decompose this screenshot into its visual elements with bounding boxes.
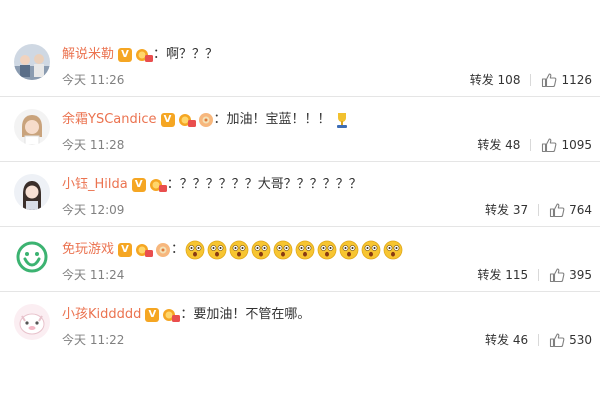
like-count: 395	[569, 268, 592, 282]
like-button[interactable]: 1095	[541, 136, 592, 154]
comment-list: 解说米勒 V ：啊？？？ 今天 11:26 转发 108 1126 余霜YSCa…	[0, 32, 600, 356]
repost-count: 115	[505, 268, 529, 282]
repost-label: 转发	[477, 138, 502, 152]
repost-button[interactable]: 转发 46	[485, 331, 528, 349]
comment-item: 余霜YSCandice V ：加油！宝蓝！！！ 今天 11:28 转发 48 1…	[0, 97, 600, 162]
avatar[interactable]	[14, 174, 50, 210]
divider	[530, 139, 532, 151]
emoji-row	[184, 240, 404, 260]
shocked-face-icon	[383, 240, 403, 260]
shocked-face-icon	[317, 240, 337, 260]
comment-item: 免玩游戏 V ： 今天 11:24 转发 115 395	[0, 227, 600, 292]
repost-count: 37	[512, 203, 529, 217]
repost-button[interactable]: 转发 115	[477, 266, 528, 284]
repost-label: 转发	[477, 268, 502, 282]
verified-v-icon: V	[118, 48, 133, 62]
shocked-face-icon	[251, 240, 271, 260]
comment-text: ：啊？？？	[153, 47, 219, 62]
repost-button[interactable]: 转发 108	[470, 71, 521, 89]
shocked-face-icon	[361, 240, 381, 260]
username-link[interactable]: 小钰_Hilda	[62, 175, 128, 195]
timestamp: 今天 12:09	[62, 203, 125, 217]
verified-v-icon: V	[145, 308, 160, 322]
repost-label: 转发	[484, 333, 509, 347]
comment-text: ：加油！宝蓝！！！	[213, 112, 331, 127]
verified-v-icon: V	[160, 113, 175, 127]
avatar[interactable]	[14, 304, 50, 340]
username-link[interactable]: 解说米勒	[62, 45, 114, 65]
comment-text: ：要加油！不管在哪。	[180, 307, 311, 322]
avatar[interactable]	[14, 109, 50, 145]
thumbs-up-icon	[542, 138, 557, 153]
trophy-icon	[332, 110, 352, 130]
timestamp: 今天 11:24	[62, 268, 125, 282]
thumbs-up-icon	[542, 73, 557, 88]
shocked-face-icon	[207, 240, 227, 260]
repost-label: 转发	[469, 73, 494, 87]
comment-text: ：？？？？？？大哥？？？？？？	[166, 177, 362, 192]
like-button[interactable]: 395	[549, 266, 592, 284]
vip-medal-icon	[135, 47, 154, 63]
username-link[interactable]: 免玩游戏	[62, 240, 114, 260]
shocked-face-icon	[229, 240, 249, 260]
timestamp: 今天 11:26	[62, 73, 125, 87]
flower-badge-icon	[198, 112, 214, 128]
repost-label: 转发	[484, 203, 509, 217]
username-link[interactable]: 小孩Kiddddd	[62, 305, 141, 325]
flower-badge-icon	[155, 242, 171, 258]
shocked-face-icon	[185, 240, 205, 260]
vip-medal-icon	[135, 242, 154, 258]
like-button[interactable]: 764	[549, 201, 592, 219]
vip-medal-icon	[178, 112, 196, 128]
divider	[538, 269, 540, 281]
shocked-face-icon	[339, 240, 359, 260]
username-link[interactable]: 余霜YSCandice	[62, 110, 157, 130]
thumbs-up-icon	[550, 268, 565, 283]
verified-v-icon: V	[131, 178, 146, 192]
shocked-face-icon	[273, 240, 293, 260]
comment-text: ：	[171, 242, 185, 257]
like-count: 1095	[561, 138, 592, 152]
avatar[interactable]	[14, 44, 50, 80]
like-button[interactable]: 1126	[541, 71, 592, 89]
divider	[530, 74, 532, 86]
thumbs-up-icon	[550, 333, 565, 348]
like-button[interactable]: 530	[549, 331, 592, 349]
like-count: 1126	[561, 73, 592, 87]
avatar[interactable]	[14, 239, 50, 275]
divider	[538, 204, 540, 216]
vip-medal-icon	[149, 177, 167, 193]
repost-count: 48	[505, 138, 521, 152]
timestamp: 今天 11:22	[62, 333, 125, 347]
repost-count: 46	[512, 333, 529, 347]
repost-count: 108	[497, 73, 521, 87]
like-count: 764	[569, 203, 592, 217]
vip-medal-icon	[162, 307, 181, 323]
shocked-face-icon	[295, 240, 315, 260]
like-count: 530	[569, 333, 592, 347]
thumbs-up-icon	[550, 203, 565, 218]
comment-item: 小孩Kiddddd V ：要加油！不管在哪。 今天 11:22 转发 46 53…	[0, 292, 600, 356]
verified-v-icon: V	[118, 243, 133, 257]
timestamp: 今天 11:28	[62, 138, 125, 152]
comment-item: 小钰_Hilda V ：？？？？？？大哥？？？？？？ 今天 12:09 转发 3…	[0, 162, 600, 227]
comment-item: 解说米勒 V ：啊？？？ 今天 11:26 转发 108 1126	[0, 32, 600, 97]
repost-button[interactable]: 转发 37	[485, 201, 528, 219]
repost-button[interactable]: 转发 48	[477, 136, 520, 154]
divider	[538, 334, 540, 346]
